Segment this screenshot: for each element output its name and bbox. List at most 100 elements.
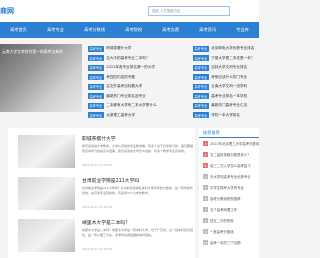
article-list: 职城茶樱什大学 我们来说说大学教学，大学从高校的专业教学看，有多个关于高考学习的… — [8, 128, 195, 258]
list-item-title[interactable]: 吉文外高考目标要大学 — [106, 84, 142, 89]
list-item-title[interactable]: 吉大中的高考专业二本吗？ — [106, 56, 149, 61]
recommend-item[interactable]: 5 中学生报考大学的专业 — [203, 185, 259, 190]
list-item[interactable]: 高考专业 太原理工高考大学 — [88, 111, 157, 121]
recommend-panel: 推荐推荐 1 2022年北京理工大学高考分数线 2 五二高校录取分数是多少？ 3 高三… — [199, 128, 259, 258]
category-tag: 高考专业 — [193, 83, 209, 90]
nav-item[interactable]: 高考分数线 — [84, 27, 105, 33]
recommend-item[interactable]: 9 一批高考分数线 — [203, 229, 259, 234]
recommend-item[interactable]: 10 高考一本的三个名额 — [203, 240, 259, 245]
recommend-item-title[interactable]: 高考一本的三个名额 — [210, 240, 241, 245]
recommend-item-title[interactable]: 中学生报考大学的专业 — [210, 185, 244, 190]
nav-item[interactable]: 高考院校 — [125, 27, 142, 33]
recommend-item[interactable]: 3 高三二次入学怎么高考复习 — [203, 163, 259, 168]
rank-badge: 3 — [203, 163, 208, 168]
recommend-item[interactable]: 7 五个高考网要工作 — [203, 207, 259, 212]
list-item[interactable]: 高考专业 吉大中的高考专业二本吗？ — [88, 54, 157, 64]
category-tag: 高考专业 — [193, 55, 209, 62]
slider-caption: 云南大学文库排名第一的高考出来的 — [2, 49, 63, 54]
header: 商网 搜索 人员搜索内容 — [0, 0, 259, 22]
list-item-title[interactable]: 云南大学文科一流学科 — [211, 84, 247, 89]
list-item-title[interactable]: 考研应该什么热门专业 — [211, 75, 247, 80]
article-thumbnail[interactable] — [18, 135, 75, 168]
article-card[interactable]: 甘肃前业学院是211大学吗 甘肃前业学院是211大学吗？甘肃的高校排名本科大学高… — [18, 174, 195, 212]
recommend-item[interactable]: 4 天大学的高考专业优势专业 — [203, 174, 259, 179]
rank-badge: 4 — [203, 174, 208, 179]
list-item-title[interactable]: 二本都有大学有二本大学是什么 — [106, 103, 156, 108]
category-tag: 高考专业 — [193, 112, 209, 119]
recommend-heading: 推荐推荐 — [203, 130, 220, 135]
list-item-title[interactable]: 太原理工高考大学 — [106, 113, 135, 118]
recommend-item-title[interactable]: 一批高考分数线 — [210, 229, 234, 234]
list-item[interactable]: 高考专业 最新热门专业排名选专业 — [88, 92, 157, 102]
list-item-title[interactable]: 职城茶樱什大学 — [106, 46, 131, 51]
list-item[interactable]: 高考专业 职城茶樱什大学 — [88, 44, 157, 54]
rank-badge: 5 — [203, 185, 208, 190]
hero-slider[interactable]: 云南大学文库排名第一的高考出来的 — [0, 44, 82, 112]
list-item-title[interactable]: 北京邮电大学优势专业排名 — [211, 46, 254, 51]
article-summary: 靖里木大学是二本吗？靖里木大学是一所本科大学，位于广东省，在一批本科批次招生，是… — [82, 228, 194, 237]
list-item[interactable]: 高考专业 云南大学文科一流学科 — [193, 82, 254, 92]
article-title[interactable]: 职城茶樱什大学 — [82, 135, 116, 142]
site-logo[interactable]: 商网 — [0, 6, 14, 16]
category-tag: 高考专业 — [88, 55, 104, 62]
article-title[interactable]: 甘肃前业学院是211大学吗 — [82, 177, 139, 184]
category-tag: 高考专业 — [88, 112, 104, 119]
nav-item[interactable]: 高考首页 — [10, 27, 27, 33]
category-tag: 高考专业 — [88, 83, 104, 90]
list-item-title[interactable]: 吉林大学文科专业排名 — [211, 65, 247, 70]
list-item[interactable]: 高考专业 吉林大学文科专业排名 — [193, 63, 254, 73]
nav-item[interactable]: 高考资讯 — [199, 27, 216, 33]
article-thumbnail[interactable] — [18, 177, 75, 210]
nav-item[interactable]: 高考志愿 — [162, 27, 179, 33]
list-item[interactable]: 高考专业 最新热门高考专业汇总 — [193, 101, 254, 111]
category-tag: 高考专业 — [88, 102, 104, 109]
recommend-item[interactable]: 2 五二高校录取分数是多少？ — [203, 152, 259, 157]
list-item-title[interactable]: 宁夏大学是二本还是一本？ — [211, 56, 254, 61]
list-item-title[interactable]: 学校一本大学排名 — [211, 113, 240, 118]
news-list-right: 高考专业 北京邮电大学优势专业排名 高考专业 宁夏大学是二本还是一本？ 高考专业 吉林… — [193, 44, 254, 120]
recommend-item-title[interactable]: 四五二中的院校 — [210, 218, 234, 223]
list-item[interactable]: 高考专业 北京邮电大学优势专业排名 — [193, 44, 254, 54]
search-input[interactable]: 搜索 人员搜索内容 — [148, 6, 230, 16]
recommend-item[interactable]: 1 2022年北京理工大学高考分数线 — [203, 141, 259, 146]
category-tag: 高考专业 — [193, 45, 209, 52]
recommend-item-title[interactable]: 天大学的高考专业优势专业 — [210, 174, 251, 179]
category-tag: 高考专业 — [88, 93, 104, 100]
nav-item[interactable]: 高考专业 — [47, 27, 64, 33]
recommend-item-title[interactable]: 高三二次入学怎么高考复习 — [210, 163, 251, 168]
recommend-item-title[interactable]: 五个高考网要工作 — [210, 207, 237, 212]
list-item-title[interactable]: 高考专业排名一本学校 — [211, 94, 247, 99]
list-item[interactable]: 高考专业 考研应该什么热门专业 — [193, 73, 254, 83]
list-item-title[interactable]: 最新热门高考专业汇总 — [211, 103, 247, 108]
rank-badge: 8 — [203, 218, 208, 223]
article-date: 2022-02-11 11:20:09 — [82, 163, 112, 167]
list-item-title[interactable]: 考四四内容的专题 — [106, 75, 135, 80]
list-item[interactable]: 高考专业 吉文外高考目标要大学 — [88, 82, 157, 92]
article-thumbnail[interactable] — [18, 219, 75, 252]
category-tag: 高考专业 — [88, 45, 104, 52]
recommend-item-title[interactable]: 五二高校录取分数是多少？ — [210, 152, 251, 157]
rank-badge: 2 — [203, 152, 208, 157]
article-date: 2022-02-11 11:20:09 — [82, 205, 112, 209]
rank-badge: 7 — [203, 207, 208, 212]
list-item-title[interactable]: 最新热门专业排名选专业 — [106, 94, 146, 99]
article-card[interactable]: 靖里木大学是二本吗？ 靖里木大学是二本吗？靖里木大学是一所本科大学，位于广东省，… — [18, 216, 195, 254]
article-card[interactable]: 职城茶樱什大学 我们来说说大学教学，大学从高校的专业教学看，有多个关于高考学习的… — [18, 132, 195, 170]
list-item[interactable]: 高考专业 高考专业排名一本学校 — [193, 92, 254, 102]
list-item-title[interactable]: 2021年各专业排名第一的大学 — [106, 65, 155, 70]
rank-badge: 1 — [203, 141, 208, 146]
recommend-item[interactable]: 6 高考分数线院校推荐 — [203, 196, 259, 201]
category-tag: 高考专业 — [193, 93, 209, 100]
nav-item[interactable]: 专业库 — [236, 27, 249, 33]
list-item[interactable]: 高考专业 考四四内容的专题 — [88, 73, 157, 83]
recommend-item[interactable]: 8 四五二中的院校 — [203, 218, 259, 223]
recommend-item-title[interactable]: 2022年北京理工大学高考分数线 — [210, 141, 259, 146]
list-item[interactable]: 高考专业 宁夏大学是二本还是一本？ — [193, 54, 254, 64]
recommend-item-title[interactable]: 高考分数线院校推荐 — [210, 196, 241, 201]
category-tag: 高考专业 — [193, 102, 209, 109]
list-item[interactable]: 高考专业 学校一本大学排名 — [193, 111, 254, 121]
list-item[interactable]: 高考专业 2021年各专业排名第一的大学 — [88, 63, 157, 73]
list-item[interactable]: 高考专业 二本都有大学有二本大学是什么 — [88, 101, 157, 111]
article-title[interactable]: 靖里木大学是二本吗？ — [82, 219, 130, 226]
news-list-left: 高考专业 职城茶樱什大学 高考专业 吉大中的高考专业二本吗？ 高考专业 2021年各专… — [88, 44, 157, 120]
